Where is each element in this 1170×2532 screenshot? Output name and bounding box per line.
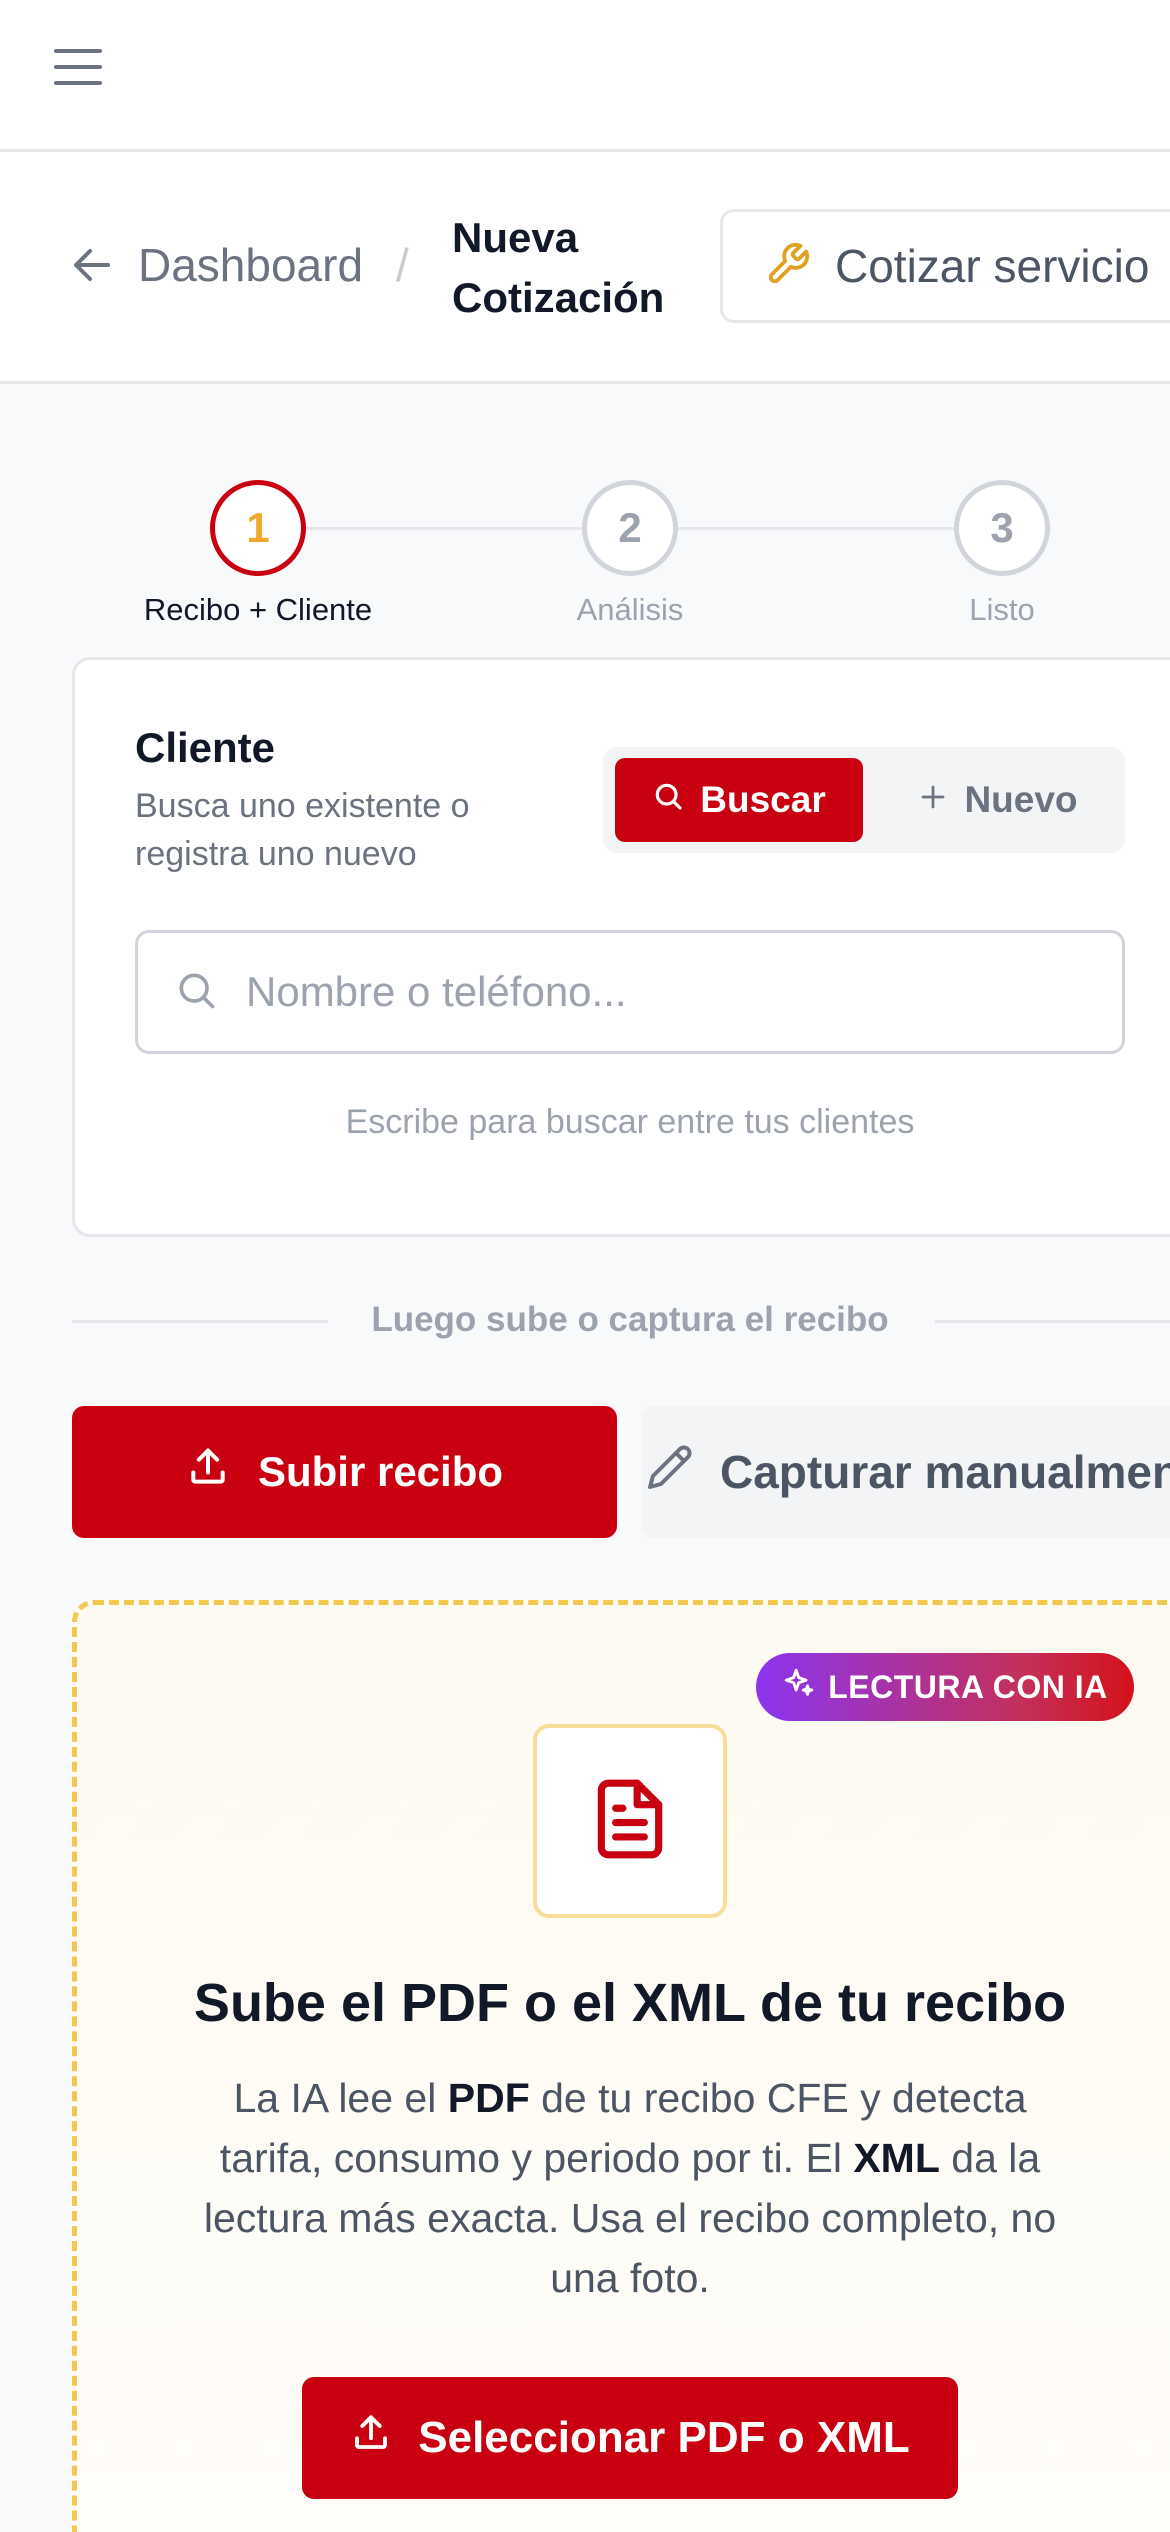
pencil-icon: [646, 1443, 694, 1502]
top-bar: [0, 0, 1170, 152]
buscar-tab-button[interactable]: Buscar: [615, 758, 863, 842]
upload-icon: [350, 2412, 392, 2465]
nuevo-tab-button[interactable]: Nuevo: [880, 758, 1116, 842]
nuevo-label: Nuevo: [964, 779, 1078, 820]
step-3-label: Listo: [969, 592, 1035, 627]
sparkles-icon: [782, 1666, 816, 1708]
divider-left: [72, 1320, 328, 1323]
page-title: Nueva Cotización: [452, 214, 665, 321]
upload-icon: [186, 1445, 230, 1499]
capturar-manualmente-button[interactable]: Capturar manualmente: [642, 1406, 1170, 1538]
step-2-circle: 2: [582, 480, 678, 576]
desc-xml-emphasis: XML: [853, 2135, 940, 2181]
step-1-number: 1: [246, 504, 270, 551]
stepper-line-1: [305, 527, 582, 530]
desc-pdf-emphasis: PDF: [447, 2075, 530, 2121]
document-icon: [587, 1771, 673, 1872]
divider-right: [935, 1320, 1170, 1323]
step-3-circle: 3: [954, 480, 1050, 576]
step-2-label: Análisis: [576, 592, 684, 627]
cliente-search-input[interactable]: [246, 968, 1046, 1016]
breadcrumb-dashboard-link[interactable]: Dashboard: [138, 238, 363, 292]
dropzone-description: La IA lee el PDF de tu recibo CFE y dete…: [180, 2068, 1080, 2308]
plus-icon: [918, 779, 948, 821]
step-2-number: 2: [618, 504, 642, 551]
cliente-subtitle: Busca uno existente o registra uno nuevo: [135, 787, 470, 873]
cliente-title: Cliente: [135, 724, 276, 771]
cliente-search-field[interactable]: [135, 930, 1125, 1054]
seleccionar-archivo-label: Seleccionar PDF o XML: [418, 2413, 910, 2462]
arrow-left-icon[interactable]: [70, 243, 114, 287]
cotizar-servicio-button[interactable]: Cotizar servicio: [720, 209, 1170, 323]
desc-text-1: La IA lee el: [233, 2075, 448, 2121]
search-hint: Escribe para buscar entre tus clientes: [345, 1103, 915, 1141]
seleccionar-archivo-button[interactable]: Seleccionar PDF o XML: [302, 2377, 958, 2499]
stepper-line-2: [678, 527, 954, 530]
recibo-divider-text: Luego sube o captura el recibo: [371, 1300, 889, 1339]
step-1-circle: 1: [210, 480, 306, 576]
hamburger-icon[interactable]: [48, 40, 108, 94]
buscar-label: Buscar: [700, 779, 826, 820]
step-3-number: 3: [990, 504, 1014, 551]
breadcrumb-separator: /: [396, 239, 409, 291]
subir-recibo-label: Subir recibo: [257, 1448, 504, 1495]
cotizar-servicio-label: Cotizar servicio: [835, 240, 1150, 292]
lectura-ia-badge: LECTURA CON IA: [756, 1653, 1134, 1721]
subir-recibo-button[interactable]: Subir recibo: [72, 1406, 617, 1538]
step-1-label: Recibo + Cliente: [143, 592, 373, 627]
search-icon: [652, 779, 684, 821]
dropzone-title: Sube el PDF o el XML de tu recibo: [193, 1973, 1067, 2033]
document-tile: [533, 1724, 727, 1918]
wrench-icon: [765, 241, 811, 292]
lectura-ia-label: LECTURA CON IA: [828, 1668, 1108, 1705]
search-icon: [174, 968, 218, 1017]
capturar-manualmente-label: Capturar manualmente: [720, 1446, 1170, 1498]
